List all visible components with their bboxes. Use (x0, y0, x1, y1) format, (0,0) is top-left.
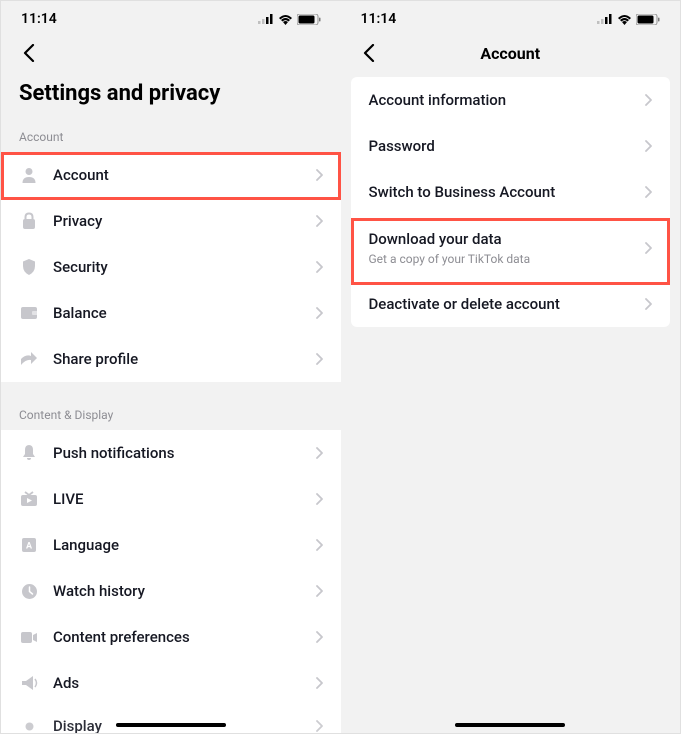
chevron-right-icon (316, 674, 323, 693)
account-settings-list: Account information Password Switch to B… (351, 77, 671, 327)
chevron-right-icon (645, 91, 652, 110)
svg-text:A: A (26, 542, 33, 552)
item-label: Download your data (369, 230, 646, 248)
item-label: Privacy (53, 212, 316, 230)
account-section: Account Privacy Security Balance (1, 152, 341, 382)
item-label: Share profile (53, 350, 316, 368)
settings-item-content-preferences[interactable]: Content preferences (1, 614, 341, 660)
chevron-right-icon (645, 137, 652, 156)
item-label: Content preferences (53, 628, 316, 646)
nav-bar: Account (341, 33, 681, 73)
status-icons (258, 14, 321, 25)
chevron-left-icon (363, 44, 375, 62)
wallet-icon (19, 303, 39, 323)
status-time: 11:14 (21, 11, 57, 27)
wifi-icon (278, 14, 293, 25)
shield-icon (19, 257, 39, 277)
megaphone-icon (19, 673, 39, 693)
nav-title: Account (381, 44, 641, 63)
chevron-right-icon (645, 239, 652, 258)
account-item-account-information[interactable]: Account information (351, 77, 671, 123)
language-icon: A (19, 535, 39, 555)
chevron-right-icon (645, 295, 652, 314)
chevron-right-icon (316, 166, 323, 185)
chevron-right-icon (316, 444, 323, 463)
item-label: Security (53, 258, 316, 276)
person-icon (19, 165, 39, 185)
settings-item-display[interactable]: Display (1, 706, 341, 733)
item-label: Watch history (53, 582, 316, 600)
settings-item-share-profile[interactable]: Share profile (1, 336, 341, 382)
tv-icon (19, 489, 39, 509)
page-title: Settings and privacy (1, 73, 341, 122)
bell-icon (19, 443, 39, 463)
chevron-right-icon (316, 628, 323, 647)
battery-icon (297, 14, 321, 25)
item-sublabel: Get a copy of your TikTok data (369, 252, 646, 266)
chevron-right-icon (316, 717, 323, 734)
item-label: Push notifications (53, 444, 316, 462)
chevron-right-icon (316, 350, 323, 369)
back-button[interactable] (357, 41, 381, 65)
account-item-download-data[interactable]: Download your data Get a copy of your Ti… (351, 215, 671, 281)
chevron-right-icon (316, 582, 323, 601)
status-bar: 11:14 (341, 1, 681, 33)
item-label: Password (369, 137, 646, 155)
settings-item-push-notifications[interactable]: Push notifications (1, 430, 341, 476)
lock-icon (19, 211, 39, 231)
content-section: Push notifications LIVE A Language Watch… (1, 430, 341, 733)
clock-icon (19, 581, 39, 601)
chevron-right-icon (316, 258, 323, 277)
cellular-icon (597, 14, 613, 24)
settings-item-language[interactable]: A Language (1, 522, 341, 568)
item-label: Ads (53, 674, 316, 692)
item-label: Switch to Business Account (369, 183, 646, 201)
back-button[interactable] (17, 41, 41, 65)
settings-item-privacy[interactable]: Privacy (1, 198, 341, 244)
wifi-icon (617, 14, 632, 25)
item-label: Deactivate or delete account (369, 295, 646, 313)
chevron-right-icon (316, 536, 323, 555)
nav-bar (1, 33, 341, 73)
section-header-content: Content & Display (1, 400, 341, 430)
battery-icon (636, 14, 660, 25)
cellular-icon (258, 14, 274, 24)
home-indicator[interactable] (116, 723, 226, 727)
settings-item-ads[interactable]: Ads (1, 660, 341, 706)
settings-item-account[interactable]: Account (1, 152, 341, 198)
status-bar: 11:14 (1, 1, 341, 33)
item-label: LIVE (53, 490, 316, 508)
status-time: 11:14 (361, 11, 397, 27)
item-label: Account information (369, 91, 646, 109)
status-icons (597, 14, 660, 25)
settings-item-balance[interactable]: Balance (1, 290, 341, 336)
chevron-right-icon (645, 183, 652, 202)
settings-item-security[interactable]: Security (1, 244, 341, 290)
item-label: Balance (53, 304, 316, 322)
item-label: Account (53, 166, 316, 184)
account-item-password[interactable]: Password (351, 123, 671, 169)
share-icon (19, 349, 39, 369)
account-item-deactivate[interactable]: Deactivate or delete account (351, 281, 671, 327)
chevron-left-icon (23, 44, 35, 62)
settings-item-live[interactable]: LIVE (1, 476, 341, 522)
chevron-right-icon (316, 212, 323, 231)
section-header-account: Account (1, 122, 341, 152)
item-label: Language (53, 536, 316, 554)
video-icon (19, 627, 39, 647)
chevron-right-icon (316, 490, 323, 509)
chevron-right-icon (316, 304, 323, 323)
home-indicator[interactable] (455, 723, 565, 727)
account-item-switch-business[interactable]: Switch to Business Account (351, 169, 671, 215)
display-icon (19, 716, 39, 733)
settings-item-watch-history[interactable]: Watch history (1, 568, 341, 614)
